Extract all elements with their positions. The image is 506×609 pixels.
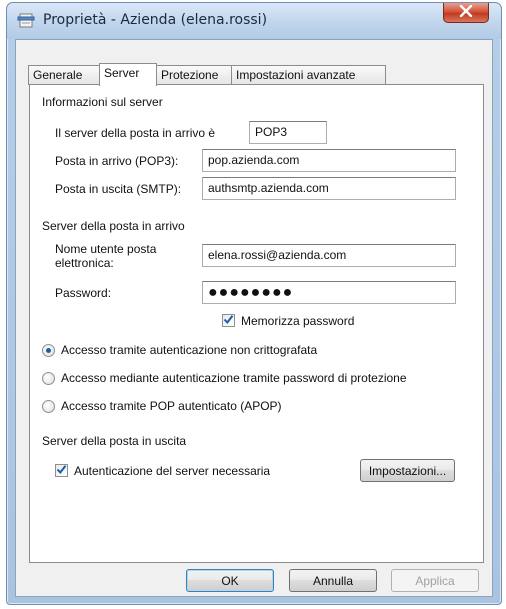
group-label-server-info: Informazioni sul server (42, 95, 163, 109)
properties-window: Proprietà - Azienda (elena.rossi) Genera… (6, 2, 502, 605)
close-icon (459, 4, 473, 20)
tab-protezione[interactable]: Protezione (156, 65, 232, 85)
server-auth-required-label[interactable]: Autenticazione del server necessaria (74, 464, 270, 478)
remember-password-checkbox[interactable] (222, 314, 235, 327)
window-title: Proprietà - Azienda (elena.rossi) (43, 12, 268, 28)
tab-impostazioni-avanzate[interactable]: Impostazioni avanzate (231, 65, 386, 85)
auth-spa-label[interactable]: Accesso mediante autenticazione tramite … (61, 371, 407, 385)
group-divider (228, 226, 467, 227)
auth-apop-radio[interactable] (42, 400, 55, 413)
group-label-outgoing-server: Server della posta in uscita (42, 434, 187, 448)
account-properties-icon (17, 13, 35, 29)
password-input[interactable]: ●●●●●●●● (202, 281, 456, 304)
outgoing-settings-button[interactable]: Impostazioni... (360, 459, 455, 482)
incoming-server-type-field: POP3 (249, 121, 327, 144)
outgoing-server-label: Posta in uscita (SMTP): (55, 182, 182, 196)
group-divider (228, 441, 467, 442)
password-label: Password: (55, 286, 112, 300)
apply-button[interactable]: Applica (391, 569, 479, 592)
ok-button[interactable]: OK (186, 569, 274, 592)
checkmark-icon (223, 314, 234, 328)
auth-apop-label[interactable]: Accesso tramite POP autenticato (APOP) (61, 399, 282, 413)
auth-plain-label[interactable]: Accesso tramite autenticazione non critt… (61, 343, 317, 357)
close-button[interactable] (443, 3, 489, 23)
tab-server[interactable]: Server (99, 63, 157, 86)
incoming-server-label: Posta in arrivo (POP3): (55, 154, 179, 168)
title-bar[interactable]: Proprietà - Azienda (elena.rossi) (7, 3, 501, 39)
outgoing-server-input[interactable]: authsmtp.azienda.com (202, 177, 456, 200)
server-tab-panel: Informazioni sul server Il server della … (29, 84, 484, 563)
cancel-button[interactable]: Annulla (289, 569, 377, 592)
tab-generale[interactable]: Generale (28, 65, 100, 85)
group-label-incoming-server: Server della posta in arrivo (42, 219, 185, 233)
remember-password-label[interactable]: Memorizza password (241, 314, 354, 328)
group-divider (195, 102, 467, 103)
incoming-server-input[interactable]: pop.azienda.com (202, 149, 456, 172)
auth-plain-radio[interactable] (42, 344, 55, 357)
checkmark-icon (56, 464, 67, 478)
server-auth-required-checkbox[interactable] (55, 464, 68, 477)
username-input[interactable]: elena.rossi@azienda.com (202, 244, 456, 267)
username-label-line1: Nome utente posta (55, 242, 157, 256)
incoming-server-type-label: Il server della posta in arrivo è (55, 126, 216, 140)
username-label-line2: elettronica: (55, 256, 114, 270)
dialog-client-area: Generale Server Protezione Impostazioni … (15, 39, 493, 597)
auth-spa-radio[interactable] (42, 372, 55, 385)
